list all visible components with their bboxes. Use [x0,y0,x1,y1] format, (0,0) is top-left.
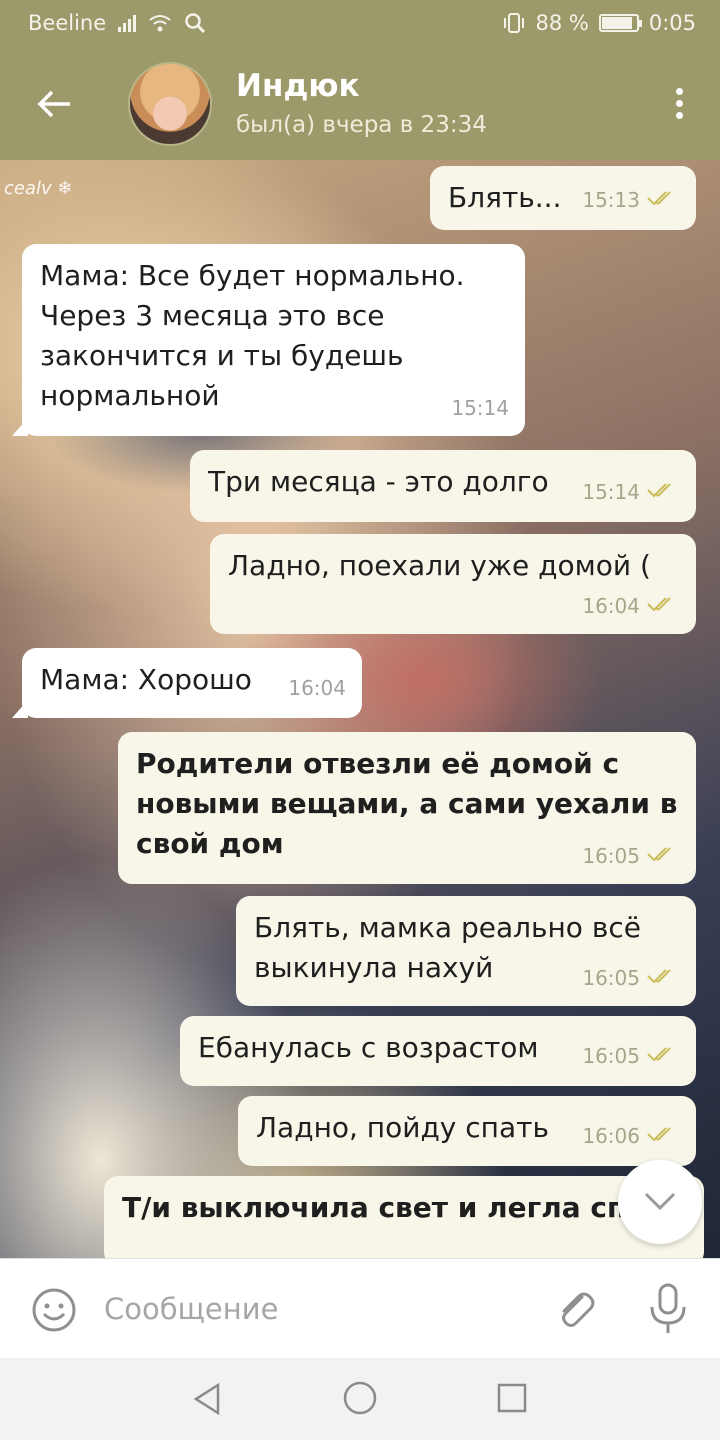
clock: 0:05 [648,11,696,35]
more-vertical-icon[interactable] [674,88,684,124]
microphone-icon[interactable] [646,1283,690,1335]
message-meta: 16:04 [582,586,680,626]
contact-name[interactable]: Индюк [236,68,360,104]
scroll-down-button[interactable] [618,1160,702,1244]
read-checkmarks-icon [654,1250,688,1258]
message-meta: 15:13 [582,180,680,220]
message-time: 16:05 [582,844,640,868]
outgoing-message[interactable]: Блять... 15:13 [430,166,696,230]
message-meta: 16:04 [288,668,346,708]
read-checkmarks-icon [646,180,680,220]
message-time: 15:13 [582,188,640,212]
nav-recent-apps-icon[interactable] [496,1382,528,1414]
message-meta: 16:05 [582,1036,680,1076]
message-time: 16:05 [582,1044,640,1068]
message-list[interactable]: cealv ❄ Блять... 15:13 Мама: Все будет нор… [0,160,720,1258]
message-text: Т/и выключила свет и легла сп [122,1191,627,1224]
incoming-message[interactable]: Мама: Хорошо 16:04 [12,648,362,718]
outgoing-message[interactable]: Родители отвезли её домой с новыми вещам… [118,732,696,884]
smiley-icon[interactable] [30,1286,78,1334]
chevron-down-icon [644,1192,676,1211]
message-meta: 16:05 [582,836,680,876]
chat-header: Индюк был(а) вчера в 23:34 [0,48,720,160]
nav-back-icon[interactable] [190,1382,224,1416]
avatar[interactable] [128,62,212,146]
message-text: Мама: Все будет нормально. Через 3 месяц… [40,259,465,412]
read-checkmarks-icon [646,958,680,998]
message-time: 15:14 [451,396,509,420]
outgoing-message[interactable]: Т/и выключила свет и легла сп 16:06 [104,1176,704,1258]
read-checkmarks-icon [646,586,680,626]
message-input[interactable] [104,1283,524,1335]
message-time: 16:06 [582,1124,640,1148]
message-meta: 16:05 [582,958,680,998]
read-checkmarks-icon [646,836,680,876]
composer [0,1258,720,1358]
vibrate-icon [504,13,525,33]
message-text: Ладно, поехали уже домой ( [228,549,651,582]
message-meta: 16:06 [582,1116,680,1156]
battery-percent: 88 % [535,11,589,35]
search-icon [185,13,206,34]
nav-home-icon[interactable] [342,1380,378,1416]
message-time: 16:04 [582,594,640,618]
message-meta: 15:14 [451,388,509,428]
arrow-left-icon[interactable] [34,84,74,124]
message-time: 16:04 [288,676,346,700]
message-meta: 16:06 [590,1250,688,1258]
outgoing-message[interactable]: Три месяца - это долго 15:14 [190,450,696,522]
read-checkmarks-icon [646,1116,680,1156]
message-time: 16:06 [590,1250,648,1258]
last-seen-status: был(а) вчера в 23:34 [236,112,487,138]
incoming-message[interactable]: Мама: Все будет нормально. Через 3 месяц… [12,244,525,436]
signal-icon [118,14,137,32]
message-time: 15:14 [582,480,640,504]
outgoing-message[interactable]: Ладно, поехали уже домой ( 16:04 [210,534,696,634]
read-checkmarks-icon [646,472,680,512]
status-bar: Beeline 88 % 0:05 [0,0,720,48]
message-meta: 15:14 [582,472,680,512]
outgoing-message[interactable]: Ладно, пойду спать 16:06 [238,1096,696,1166]
outgoing-message[interactable]: Ебанулась с возрастом 16:05 [180,1016,696,1086]
paperclip-icon[interactable] [552,1285,600,1333]
wifi-icon [149,15,171,32]
carrier-label: Beeline [28,11,107,35]
outgoing-message[interactable]: Блять, мамка реально всё выкинула нахуй 1… [236,896,696,1006]
message-time: 16:05 [582,966,640,990]
wallpaper-watermark: cealv ❄ [4,178,73,199]
system-nav-bar [0,1358,720,1440]
read-checkmarks-icon [646,1036,680,1076]
battery-icon [598,14,642,32]
